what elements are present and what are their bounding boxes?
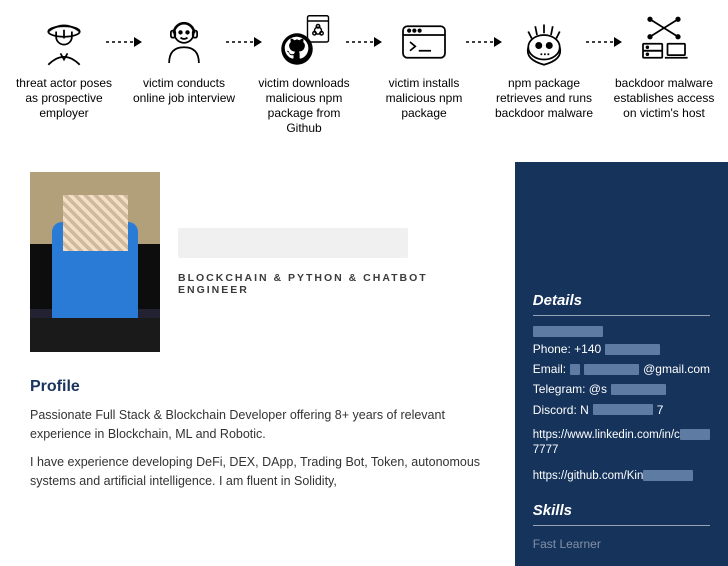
- skills-heading: Skills: [533, 502, 710, 519]
- divider: [533, 315, 710, 316]
- person-headset-icon: [156, 14, 212, 70]
- chain-step-interview: victim conducts online job interview: [130, 14, 238, 106]
- chain-caption: backdoor malware establishes access on v…: [610, 76, 718, 121]
- attack-chain-diagram: threat actor poses as prospective employ…: [0, 0, 728, 144]
- divider: [533, 525, 710, 526]
- detail-discord: Discord: N7: [533, 402, 710, 418]
- chain-step-backdoor: backdoor malware establishes access on v…: [610, 14, 718, 121]
- chain-step-download: victim downloads malicious npm package f…: [250, 14, 358, 136]
- skill-item: Fast Learner: [533, 536, 710, 552]
- chain-step-retrieve: npm package retrieves and runs backdoor …: [490, 14, 598, 121]
- chain-caption: npm package retrieves and runs backdoor …: [490, 76, 598, 121]
- chain-step-employer: threat actor poses as prospective employ…: [10, 14, 118, 121]
- resume-section: BLOCKCHAIN & PYTHON & CHATBOT ENGINEER P…: [0, 162, 728, 566]
- chain-caption: victim installs malicious npm package: [370, 76, 478, 121]
- terminal-icon: [396, 14, 452, 70]
- profile-body: Passionate Full Stack & Blockchain Devel…: [30, 406, 499, 492]
- github-biohazard-icon: [276, 14, 332, 70]
- resume-sidebar: Details Phone: +140 Email: @gmail.com Te…: [515, 162, 728, 566]
- chain-caption: victim conducts online job interview: [130, 76, 238, 106]
- detail-linkedin: https://www.linkedin.com/in/c 7777: [533, 428, 710, 459]
- chain-caption: victim downloads malicious npm package f…: [250, 76, 358, 136]
- profile-paragraph: I have experience developing DeFi, DEX, …: [30, 453, 499, 492]
- threat-actor-icon: [36, 14, 92, 70]
- chain-caption: threat actor poses as prospective employ…: [10, 76, 118, 121]
- profile-heading: Profile: [30, 378, 499, 396]
- profile-paragraph: Passionate Full Stack & Blockchain Devel…: [30, 406, 499, 445]
- profile-photo-redacted: [30, 172, 160, 352]
- detail-name-redacted: [533, 326, 710, 337]
- name-redacted: [178, 228, 408, 258]
- detail-github: https://github.com/Kin: [533, 469, 710, 485]
- resume-main: BLOCKCHAIN & PYTHON & CHATBOT ENGINEER P…: [0, 162, 515, 566]
- detail-phone: Phone: +140: [533, 341, 710, 357]
- details-heading: Details: [533, 292, 710, 309]
- server-laptop-crossbones-icon: [636, 14, 692, 70]
- malware-skull-icon: [516, 14, 572, 70]
- role-line: BLOCKCHAIN & PYTHON & CHATBOT ENGINEER: [178, 272, 499, 296]
- detail-telegram: Telegram: @s: [533, 381, 710, 397]
- detail-email: Email: @gmail.com: [533, 361, 710, 377]
- chain-step-install: victim installs malicious npm package: [370, 14, 478, 121]
